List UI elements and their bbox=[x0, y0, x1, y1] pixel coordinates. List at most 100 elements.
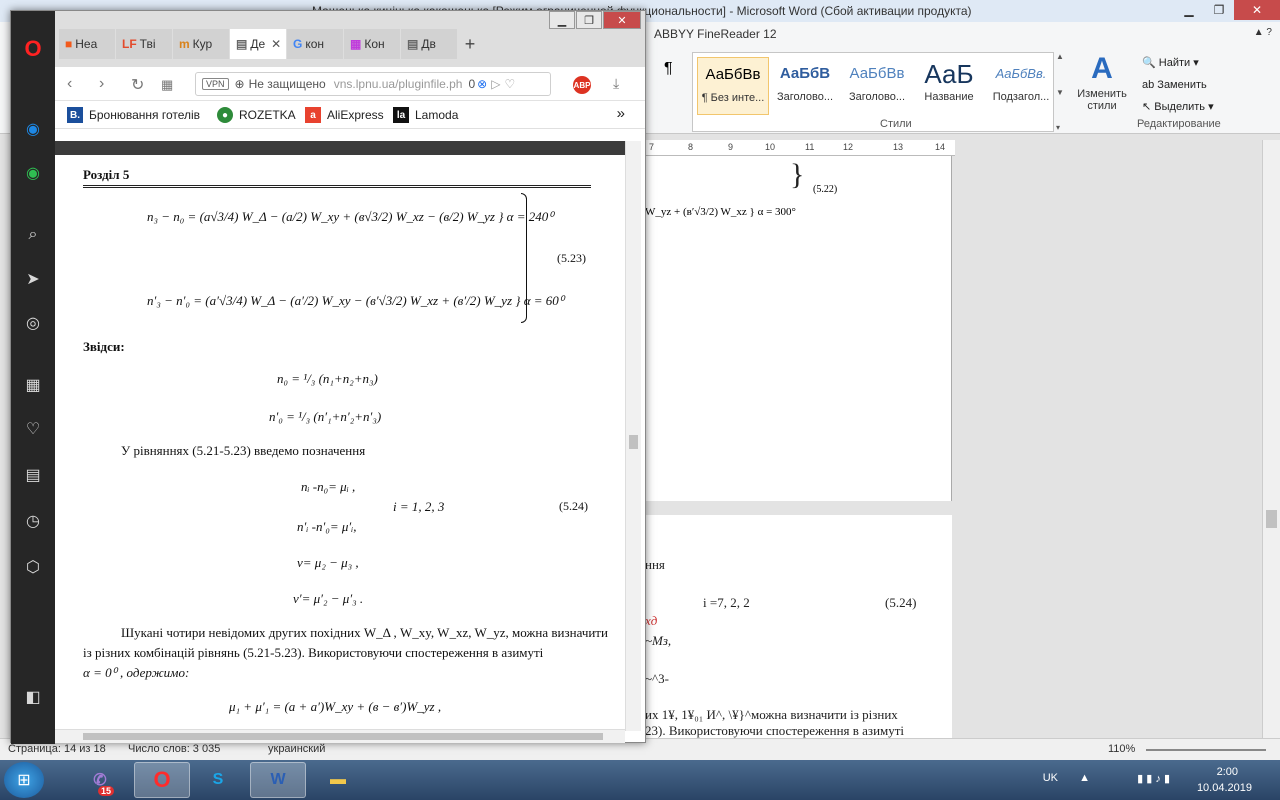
word-vertical-scrollbar[interactable] bbox=[1262, 140, 1280, 760]
tab-kur[interactable]: m Кур bbox=[173, 29, 229, 59]
bookmarks-more-button[interactable]: » bbox=[617, 105, 625, 122]
whatsapp-icon[interactable]: ◉ bbox=[21, 161, 45, 185]
url-clear-icon[interactable]: ⊗ bbox=[477, 77, 487, 91]
bookmark-booking[interactable]: B. Бронювання готелів bbox=[67, 107, 200, 123]
tabs-grid-icon[interactable]: ▦ bbox=[161, 77, 173, 93]
tab-lf[interactable]: LF Тві bbox=[116, 29, 172, 59]
tab-soundcloud[interactable]: ■ Неа bbox=[59, 29, 115, 59]
bookmark-rozetka[interactable]: ● ROZETKA bbox=[217, 107, 296, 123]
speed-dial-icon[interactable]: ▦ bbox=[21, 373, 45, 397]
opera-menu-icon[interactable]: O bbox=[21, 36, 45, 61]
send-to-flow-icon[interactable]: ▷ bbox=[491, 77, 500, 91]
status-words[interactable]: Число слов: 3 035 bbox=[128, 743, 220, 755]
finereader-tab[interactable]: ABBYY FineReader 12 bbox=[654, 27, 777, 41]
styles-scroll[interactable]: ▲ ▼ ▾ bbox=[1056, 52, 1070, 132]
style-heading-2[interactable]: АаБбВв Заголово... bbox=[841, 57, 913, 115]
editing-group: 🔍 Найти ▾ ab Заменить ↖ Выделить ▾ bbox=[1142, 52, 1272, 118]
pdf-horizontal-scrollbar[interactable] bbox=[55, 729, 625, 743]
tab-document-active[interactable]: ▤ Де ✕ bbox=[230, 29, 286, 59]
equation-nu-prime: ν′= μ′₂ − μ′₃ . bbox=[293, 591, 364, 606]
heart-icon[interactable]: ♡ bbox=[21, 417, 45, 441]
camera-icon[interactable]: ◎ bbox=[21, 311, 45, 335]
tray-date[interactable]: 10.04.2019 bbox=[1197, 782, 1252, 794]
vpn-badge[interactable]: VPN bbox=[202, 78, 229, 90]
equation-n0: n₀ = ¹/₃ (n₁+n₂+n₃) bbox=[277, 371, 378, 386]
find-button[interactable]: 🔍 Найти ▾ bbox=[1142, 52, 1272, 74]
taskbar-viber[interactable]: ✆ 15 bbox=[72, 762, 128, 798]
style-subtitle[interactable]: АаБбВв. Подзагол... bbox=[985, 57, 1057, 115]
tray-time[interactable]: 2:00 bbox=[1217, 766, 1238, 778]
tab-close-icon[interactable]: ✕ bbox=[271, 37, 281, 51]
new-tab-button[interactable]: + bbox=[458, 29, 482, 59]
download-icon[interactable]: ⤓ bbox=[613, 75, 619, 92]
tray-up-arrow-icon[interactable]: ▲ bbox=[1079, 772, 1090, 784]
forward-icon[interactable]: › bbox=[99, 75, 104, 93]
replace-button[interactable]: ab Заменить bbox=[1142, 74, 1272, 96]
zvidsy-label: Звідси: bbox=[83, 339, 125, 354]
adblock-icon[interactable]: ABP bbox=[573, 76, 591, 94]
eq-523-label: (5.23) bbox=[557, 251, 586, 265]
send-icon[interactable]: ➤ bbox=[21, 267, 45, 291]
style-no-spacing[interactable]: АаБбВв ¶ Без инте... bbox=[697, 57, 769, 115]
taskbar-skype[interactable]: S bbox=[190, 762, 246, 798]
bookmark-aliexpress[interactable]: a AliExpress bbox=[305, 107, 384, 123]
pdf-toolbar bbox=[55, 141, 625, 155]
i-range: i = 1, 2, 3 bbox=[393, 499, 445, 514]
security-label[interactable]: Не защищено bbox=[249, 77, 326, 91]
equation-n3: n₃ − n₀ = (a√3/4) W_Δ − (a/2) W_xy + (в√… bbox=[147, 209, 554, 224]
url-text[interactable]: vns.lpnu.ua/pluginfile.ph bbox=[334, 77, 463, 91]
eq-522-label: (5.22) bbox=[813, 184, 838, 195]
tray-language[interactable]: UK bbox=[1043, 772, 1058, 784]
eq-524-label: (5.24) bbox=[559, 499, 588, 513]
opera-address-bar: ‹ › ↻ ▦ VPN ⊕ Не защищено vns.lpnu.ua/pl… bbox=[55, 67, 645, 101]
opera-close-button[interactable]: ✕ bbox=[603, 11, 641, 29]
word-icon: W bbox=[270, 771, 286, 788]
word-minimize-button[interactable]: ▁ bbox=[1174, 0, 1204, 20]
binoculars-icon: 🔍 bbox=[1142, 57, 1159, 69]
extensions-icon[interactable]: ⬡ bbox=[21, 555, 45, 579]
globe-icon: ⊕ bbox=[234, 77, 245, 91]
back-icon[interactable]: ‹ bbox=[67, 75, 72, 93]
start-button[interactable]: ⊞ bbox=[4, 762, 44, 798]
reload-icon[interactable]: ↻ bbox=[131, 75, 144, 95]
taskbar-opera[interactable]: O bbox=[134, 762, 190, 798]
notation-intro: У рівняннях (5.21-5.23) введемо позначен… bbox=[121, 443, 366, 458]
tray-icons[interactable]: ▮ ▮ ♪ ▮ bbox=[1137, 772, 1170, 785]
taskbar-word[interactable]: W bbox=[250, 762, 306, 798]
opera-maximize-button[interactable]: ❐ bbox=[576, 11, 602, 29]
status-language[interactable]: украинский bbox=[268, 743, 325, 755]
editing-group-label: Редактирование bbox=[1137, 118, 1221, 130]
opera-icon: O bbox=[153, 767, 171, 792]
history-icon[interactable]: ◷ bbox=[21, 509, 45, 533]
paragraph-line-1: Шукані чотири невідомих других похідних … bbox=[121, 625, 608, 640]
pdf-viewer: Розділ 5 n₃ − n₀ = (a√3/4) W_Δ − (a/2) W… bbox=[55, 129, 645, 729]
style-heading-1[interactable]: АаБбВ Заголово... bbox=[769, 57, 841, 115]
equation-mu-prime: n′ᵢ -n′₀= μ′ᵢ, bbox=[297, 519, 357, 534]
pdf-vertical-scrollbar[interactable] bbox=[625, 141, 641, 731]
paragraph-mark-button[interactable]: ¶ bbox=[664, 60, 673, 78]
word-restore-button[interactable]: ❐ bbox=[1204, 0, 1234, 20]
change-styles-button[interactable]: A Изменить стили bbox=[1074, 52, 1130, 132]
ribbon-collapse-icon[interactable]: ▲ ? bbox=[1254, 27, 1272, 38]
tab-kon[interactable]: ▦ Кон bbox=[344, 29, 400, 59]
messenger-icon[interactable]: ◉ bbox=[21, 117, 45, 141]
tab-dv[interactable]: ▤ Дв bbox=[401, 29, 457, 59]
news-icon[interactable]: ▤ bbox=[21, 463, 45, 487]
taskbar-explorer[interactable]: ▬ bbox=[310, 762, 366, 798]
zoom-slider[interactable] bbox=[1146, 749, 1266, 751]
cursor-icon: ↖ bbox=[1142, 101, 1155, 113]
bookmark-lamoda[interactable]: la Lamoda bbox=[393, 107, 458, 123]
status-page[interactable]: Страница: 14 из 18 bbox=[8, 743, 106, 755]
word-close-button[interactable]: ✕ bbox=[1234, 0, 1280, 20]
sidebar-toggle-icon[interactable]: ◧ bbox=[21, 685, 45, 709]
style-title[interactable]: АаБ Название bbox=[913, 57, 985, 115]
zoom-level[interactable]: 110% bbox=[1108, 743, 1135, 755]
tab-google[interactable]: Gкон bbox=[287, 29, 343, 59]
replace-icon: ab bbox=[1142, 79, 1158, 91]
opera-minimize-button[interactable]: ▁ bbox=[549, 11, 575, 29]
bookmark-heart-icon[interactable]: ♡ bbox=[504, 77, 515, 91]
url-field[interactable]: VPN ⊕ Не защищено vns.lpnu.ua/pluginfile… bbox=[195, 72, 551, 96]
opera-tabbar: ■ Неа LF Тві m Кур ▤ Де ✕ Gкон ▦ Кон ▤ Дв + ▁ ❐… bbox=[55, 11, 645, 67]
select-button[interactable]: ↖ Выделить ▾ bbox=[1142, 96, 1272, 118]
search-icon[interactable]: ⌕ bbox=[21, 223, 45, 247]
